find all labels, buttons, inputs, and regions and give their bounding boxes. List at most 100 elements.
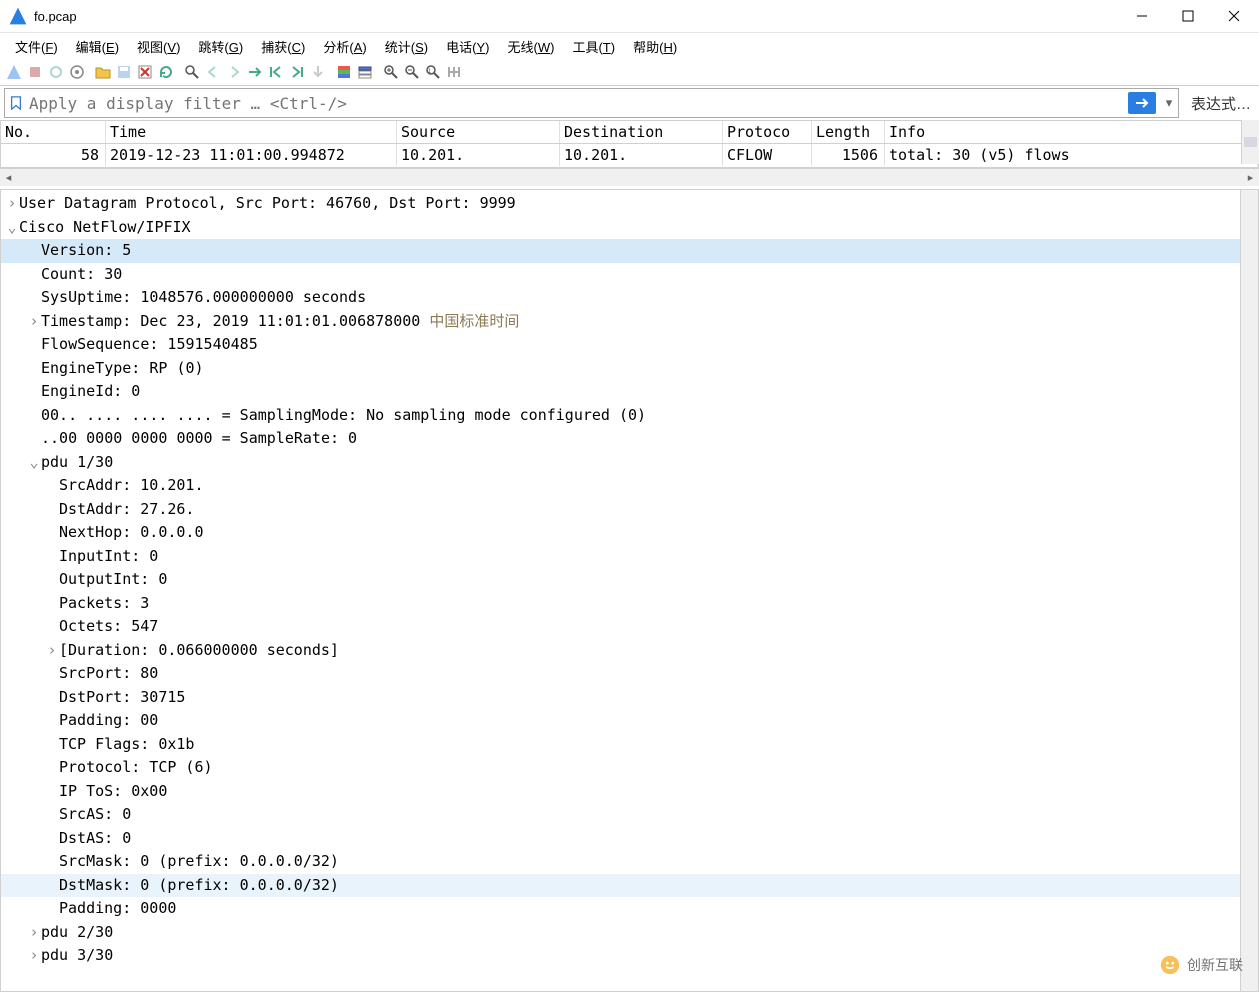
tree-pdu3[interactable]: ›pdu 3/30 xyxy=(1,944,1258,968)
field-dstaddr[interactable]: DstAddr: 27.26. xyxy=(1,498,1258,522)
field-dstmask[interactable]: DstMask: 0 (prefix: 0.0.0.0/32) xyxy=(1,874,1258,898)
field-enginetype[interactable]: EngineType: RP (0) xyxy=(1,357,1258,381)
resolve-names-icon[interactable] xyxy=(355,62,375,82)
menu-go[interactable]: 跳转(G) xyxy=(189,35,252,58)
start-capture-icon[interactable] xyxy=(4,62,24,82)
maximize-button[interactable] xyxy=(1165,0,1211,32)
field-version[interactable]: Version: 5 xyxy=(1,239,1258,263)
field-packets[interactable]: Packets: 3 xyxy=(1,592,1258,616)
details-vscroll[interactable] xyxy=(1240,190,1258,991)
field-srcas[interactable]: SrcAS: 0 xyxy=(1,803,1258,827)
chevron-right-icon[interactable]: › xyxy=(5,921,41,945)
chevron-down-icon[interactable]: ⌄ xyxy=(5,216,19,240)
menu-analyze[interactable]: 分析(A) xyxy=(314,35,375,58)
reload-icon[interactable] xyxy=(156,62,176,82)
field-outputint[interactable]: OutputInt: 0 xyxy=(1,568,1258,592)
menu-edit[interactable]: 编辑(E) xyxy=(67,35,128,58)
field-srcaddr[interactable]: SrcAddr: 10.201. xyxy=(1,474,1258,498)
scroll-left-icon[interactable]: ◂ xyxy=(0,171,17,184)
bookmark-icon[interactable] xyxy=(7,94,25,112)
field-dstas[interactable]: DstAS: 0 xyxy=(1,827,1258,851)
packet-row[interactable]: 58 2019-12-23 11:01:00.994872 10.201. 10… xyxy=(1,144,1258,166)
autoscroll-icon[interactable] xyxy=(308,62,328,82)
field-srcport[interactable]: SrcPort: 80 xyxy=(1,662,1258,686)
packet-list-header[interactable]: No. Time Source Destination Protoco Leng… xyxy=(1,121,1258,144)
packet-details[interactable]: ›User Datagram Protocol, Src Port: 46760… xyxy=(0,189,1259,992)
chevron-right-icon[interactable]: › xyxy=(5,310,41,334)
col-info[interactable]: Info xyxy=(885,121,1258,143)
close-file-icon[interactable] xyxy=(135,62,155,82)
go-back-icon[interactable] xyxy=(203,62,223,82)
zoom-in-icon[interactable] xyxy=(381,62,401,82)
packet-list-vscroll[interactable] xyxy=(1241,120,1259,164)
zoom-reset-icon[interactable]: 1 xyxy=(423,62,443,82)
go-forward-icon[interactable] xyxy=(224,62,244,82)
packet-list[interactable]: No. Time Source Destination Protoco Leng… xyxy=(0,120,1259,168)
chevron-right-icon[interactable]: › xyxy=(5,639,59,663)
field-nexthop[interactable]: NextHop: 0.0.0.0 xyxy=(1,521,1258,545)
chevron-right-icon[interactable]: › xyxy=(5,944,41,968)
chevron-down-icon[interactable]: ⌄ xyxy=(5,451,41,475)
field-samplerate[interactable]: ..00 0000 0000 0000 = SampleRate: 0 xyxy=(1,427,1258,451)
apply-filter-button[interactable] xyxy=(1128,92,1156,114)
tree-udp[interactable]: ›User Datagram Protocol, Src Port: 46760… xyxy=(1,192,1258,216)
expression-button[interactable]: 表达式… xyxy=(1183,89,1259,117)
col-time[interactable]: Time xyxy=(106,121,397,143)
field-padding[interactable]: Padding: 00 xyxy=(1,709,1258,733)
menu-file[interactable]: 文件(F) xyxy=(6,35,67,58)
colorize-icon[interactable] xyxy=(334,62,354,82)
field-iptos[interactable]: IP ToS: 0x00 xyxy=(1,780,1258,804)
goto-last-icon[interactable] xyxy=(287,62,307,82)
menu-help[interactable]: 帮助(H) xyxy=(624,35,686,58)
menu-view[interactable]: 视图(V) xyxy=(128,35,189,58)
field-sysuptime[interactable]: SysUptime: 1048576.000000000 seconds xyxy=(1,286,1258,310)
resize-cols-icon[interactable] xyxy=(444,62,464,82)
field-protocol[interactable]: Protocol: TCP (6) xyxy=(1,756,1258,780)
capture-options-icon[interactable] xyxy=(67,62,87,82)
field-engineid[interactable]: EngineId: 0 xyxy=(1,380,1258,404)
field-samplingmode[interactable]: 00.. .... .... .... = SamplingMode: No s… xyxy=(1,404,1258,428)
field-flowseq[interactable]: FlowSequence: 1591540485 xyxy=(1,333,1258,357)
col-source[interactable]: Source xyxy=(397,121,560,143)
minimize-button[interactable] xyxy=(1119,0,1165,32)
menu-stats[interactable]: 统计(S) xyxy=(376,35,437,58)
scroll-right-icon[interactable]: ▸ xyxy=(1242,171,1259,184)
filter-history-dropdown[interactable]: ▾ xyxy=(1160,95,1178,111)
tree-netflow[interactable]: ⌄Cisco NetFlow/IPFIX xyxy=(1,216,1258,240)
tree-pdu1[interactable]: ⌄pdu 1/30 xyxy=(1,451,1258,475)
menu-tools[interactable]: 工具(T) xyxy=(563,35,624,58)
menu-wireless[interactable]: 无线(W) xyxy=(498,35,563,58)
field-padding2[interactable]: Padding: 0000 xyxy=(1,897,1258,921)
display-filter-bar: ▾ xyxy=(4,88,1179,118)
menu-capture[interactable]: 捕获(C) xyxy=(252,35,314,58)
zoom-out-icon[interactable] xyxy=(402,62,422,82)
packet-list-hscroll[interactable]: ◂ ▸ xyxy=(0,168,1259,186)
close-button[interactable] xyxy=(1211,0,1257,32)
field-duration[interactable]: ›[Duration: 0.066000000 seconds] xyxy=(1,639,1258,663)
save-file-icon[interactable] xyxy=(114,62,134,82)
display-filter-input[interactable] xyxy=(27,88,1128,118)
find-packet-icon[interactable] xyxy=(182,62,202,82)
field-count[interactable]: Count: 30 xyxy=(1,263,1258,287)
tree-pdu2[interactable]: ›pdu 2/30 xyxy=(1,921,1258,945)
field-inputint[interactable]: InputInt: 0 xyxy=(1,545,1258,569)
goto-first-icon[interactable] xyxy=(266,62,286,82)
col-length[interactable]: Length xyxy=(812,121,885,143)
field-srcmask[interactable]: SrcMask: 0 (prefix: 0.0.0.0/32) xyxy=(1,850,1258,874)
goto-packet-icon[interactable] xyxy=(245,62,265,82)
open-file-icon[interactable] xyxy=(93,62,113,82)
cell-no: 58 xyxy=(1,144,106,166)
cell-dest: 10.201. xyxy=(560,144,723,166)
chevron-right-icon[interactable]: › xyxy=(5,192,19,216)
restart-capture-icon[interactable] xyxy=(46,62,66,82)
field-octets[interactable]: Octets: 547 xyxy=(1,615,1258,639)
cell-proto: CFLOW xyxy=(723,144,812,166)
menu-telephony[interactable]: 电话(Y) xyxy=(437,35,498,58)
col-no[interactable]: No. xyxy=(1,121,106,143)
col-proto[interactable]: Protoco xyxy=(723,121,812,143)
field-dstport[interactable]: DstPort: 30715 xyxy=(1,686,1258,710)
col-dest[interactable]: Destination xyxy=(560,121,723,143)
stop-capture-icon[interactable] xyxy=(25,62,45,82)
field-timestamp[interactable]: ›Timestamp: Dec 23, 2019 11:01:01.006878… xyxy=(1,310,1258,334)
field-tcpflags[interactable]: TCP Flags: 0x1b xyxy=(1,733,1258,757)
